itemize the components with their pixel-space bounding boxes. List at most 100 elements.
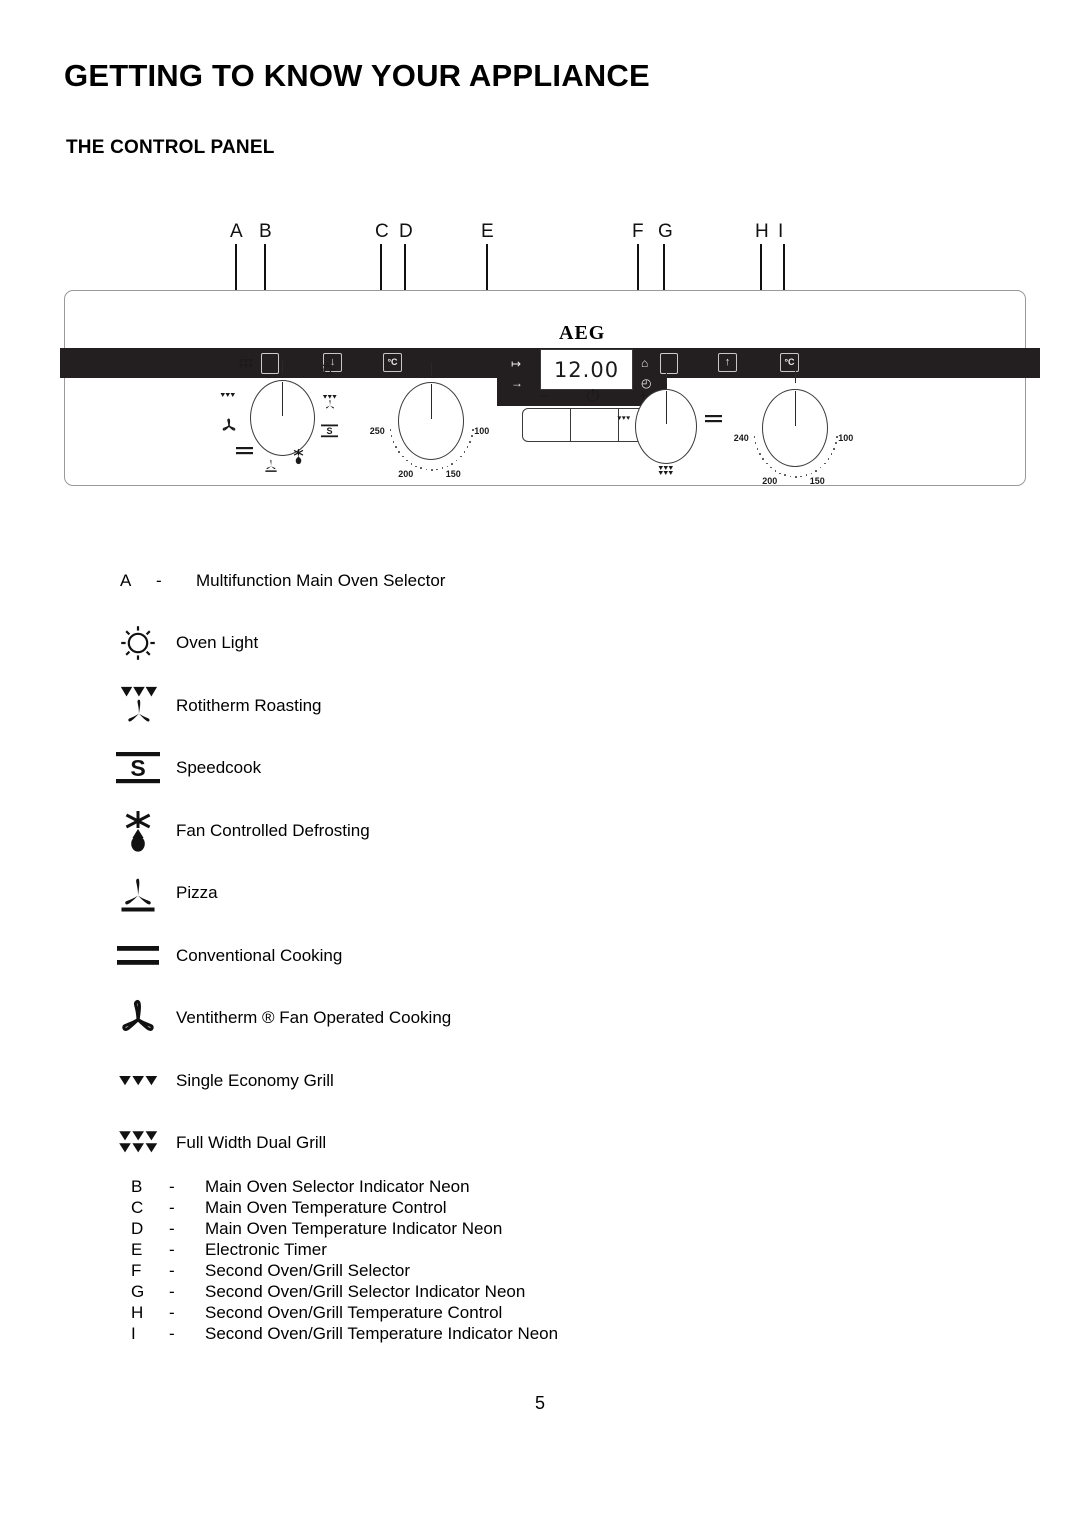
callout-letter-d: D xyxy=(399,221,413,242)
legend-label: Oven Light xyxy=(176,633,259,652)
second-oven-temp-tick xyxy=(805,474,808,477)
svg-text:S: S xyxy=(130,755,145,781)
code-row-h: H - Second Oven/Grill Temperature Control xyxy=(131,1302,558,1323)
second-oven-temp-tick xyxy=(835,442,837,444)
second-oven-temperature-neon: °C xyxy=(780,353,799,372)
legend-row: Single Economy Grill xyxy=(100,1050,334,1112)
second-oven-temp-tick xyxy=(774,469,777,472)
main-oven-temp-tick xyxy=(469,440,471,443)
main-oven-temperature-neon: °C xyxy=(383,353,402,372)
timer-power-button[interactable] xyxy=(571,409,619,441)
legend-label: Pizza xyxy=(176,883,218,902)
code-key: C xyxy=(131,1197,144,1217)
conventional-cooking-icon xyxy=(100,933,176,979)
second-oven-selector-pointer xyxy=(666,391,667,424)
code-dash: - xyxy=(169,1302,175,1322)
legend-label: Single Economy Grill xyxy=(176,1070,334,1090)
conventional-cooking-icon xyxy=(705,414,722,424)
page-number: 5 xyxy=(534,1393,545,1413)
legend-dash: - xyxy=(156,571,162,590)
legend-row: Conventional Cooking xyxy=(100,925,342,987)
main-oven-temperature-top-tick xyxy=(431,363,432,376)
speedcook-icon: S xyxy=(100,745,176,791)
code-label: Second Oven/Grill Temperature Indicator … xyxy=(205,1323,559,1343)
main-oven-temp-tick xyxy=(471,435,473,437)
main-oven-temp-tick xyxy=(415,465,417,468)
full-width-dual-grill-icon xyxy=(100,1120,176,1166)
second-oven-temp-tick xyxy=(795,476,797,478)
ventitherm-fan-icon xyxy=(100,995,176,1041)
code-dash: - xyxy=(169,1260,175,1280)
code-row-f: F - Second Oven/Grill Selector xyxy=(131,1260,558,1281)
legend-row: Fan Controlled Defrosting xyxy=(100,800,370,862)
second-oven-temperature-top-tick xyxy=(795,370,796,383)
full-width-dual-grill-icon xyxy=(658,465,674,478)
oven-light-icon xyxy=(320,362,335,377)
second-oven-temp-tick xyxy=(759,453,761,455)
legend-label: Speedcook xyxy=(176,758,262,777)
code-row-e: E - Electronic Timer xyxy=(131,1239,558,1260)
full-width-dual-grill-icon xyxy=(238,358,254,371)
second-oven-temp-label: 150 xyxy=(809,475,825,486)
single-economy-grill-icon xyxy=(100,1058,176,1104)
cook-duration-arrow-icon: → xyxy=(511,376,523,390)
svg-text:S: S xyxy=(326,426,332,436)
second-oven-temp-tick xyxy=(827,458,830,460)
main-oven-temp-label: 100 xyxy=(474,426,490,437)
callout-letter-c: C xyxy=(375,221,389,242)
code-row-g: G - Second Oven/Grill Selector Indicator N… xyxy=(131,1281,558,1302)
code-dash: - xyxy=(169,1218,175,1238)
main-oven-temperature-neon-glyph: °C xyxy=(387,357,398,367)
aeg-brand-logo: AEG xyxy=(559,322,606,344)
second-oven-temperature-pointer xyxy=(795,391,796,426)
code-label: Main Oven Temperature Control xyxy=(205,1197,447,1217)
legend-key: A xyxy=(120,571,132,590)
code-label: Main Oven Selector Indicator Neon xyxy=(205,1176,470,1196)
second-oven-function-icon-glyph: ↑ xyxy=(724,356,731,368)
callout-letter-b: B xyxy=(259,221,272,242)
legend-label: Conventional Cooking xyxy=(176,945,343,965)
fan-defrosting-icon xyxy=(292,448,305,465)
fan-defrosting-icon xyxy=(100,808,176,854)
code-label: Second Oven/Grill Selector Indicator Neo… xyxy=(205,1281,526,1301)
second-oven-temp-label: 200 xyxy=(762,475,778,486)
code-label: Second Oven/Grill Temperature Control xyxy=(205,1302,503,1322)
timer-minus-label: − xyxy=(539,388,549,405)
second-oven-temp-tick xyxy=(770,466,772,469)
main-oven-temp-tick xyxy=(463,451,466,453)
legend-row: Oven Light xyxy=(100,612,258,674)
code-key: F xyxy=(131,1260,142,1280)
callout-letter-h: H xyxy=(755,221,769,242)
code-dash: - xyxy=(169,1323,175,1343)
legend-label: Multifunction Main Oven Selector xyxy=(196,571,446,590)
main-oven-temp-label: 250 xyxy=(369,426,385,437)
code-key: E xyxy=(131,1239,143,1259)
code-dash: - xyxy=(169,1197,175,1217)
callout-letter-g: G xyxy=(658,221,673,242)
section-subtitle: THE CONTROL PANEL xyxy=(66,137,275,158)
timer-power-label: ⏻ xyxy=(586,388,600,405)
main-oven-selector-neon xyxy=(261,353,279,374)
second-oven-temp-tick xyxy=(762,458,764,460)
code-key: H xyxy=(131,1302,144,1322)
legend-label: Ventitherm ® Fan Operated Cooking xyxy=(176,1008,452,1027)
timer-minus-button[interactable] xyxy=(523,409,571,441)
second-oven-selector-top-tick xyxy=(666,370,667,383)
code-key: D xyxy=(131,1218,144,1238)
legend-row: Ventitherm ® Fan Operated Cooking xyxy=(100,987,451,1049)
code-label: Electronic Timer xyxy=(205,1239,327,1259)
second-oven-temp-tick xyxy=(753,436,756,438)
main-oven-selector-pointer xyxy=(282,382,283,416)
second-oven-temp-tick xyxy=(815,469,817,472)
code-key: G xyxy=(131,1281,145,1301)
second-oven-temp-label: 100 xyxy=(838,433,854,444)
second-oven-temperature-neon-glyph: °C xyxy=(784,357,795,367)
code-key: B xyxy=(131,1176,143,1196)
ventitherm-fan-icon xyxy=(221,418,237,434)
oven-light-icon xyxy=(100,620,176,666)
rotitherm-roasting-icon xyxy=(322,394,338,411)
main-oven-temp-tick xyxy=(398,451,400,453)
pizza-icon xyxy=(263,458,279,473)
main-oven-selector-top-tick xyxy=(282,361,283,374)
main-oven-temp-tick xyxy=(406,459,408,462)
